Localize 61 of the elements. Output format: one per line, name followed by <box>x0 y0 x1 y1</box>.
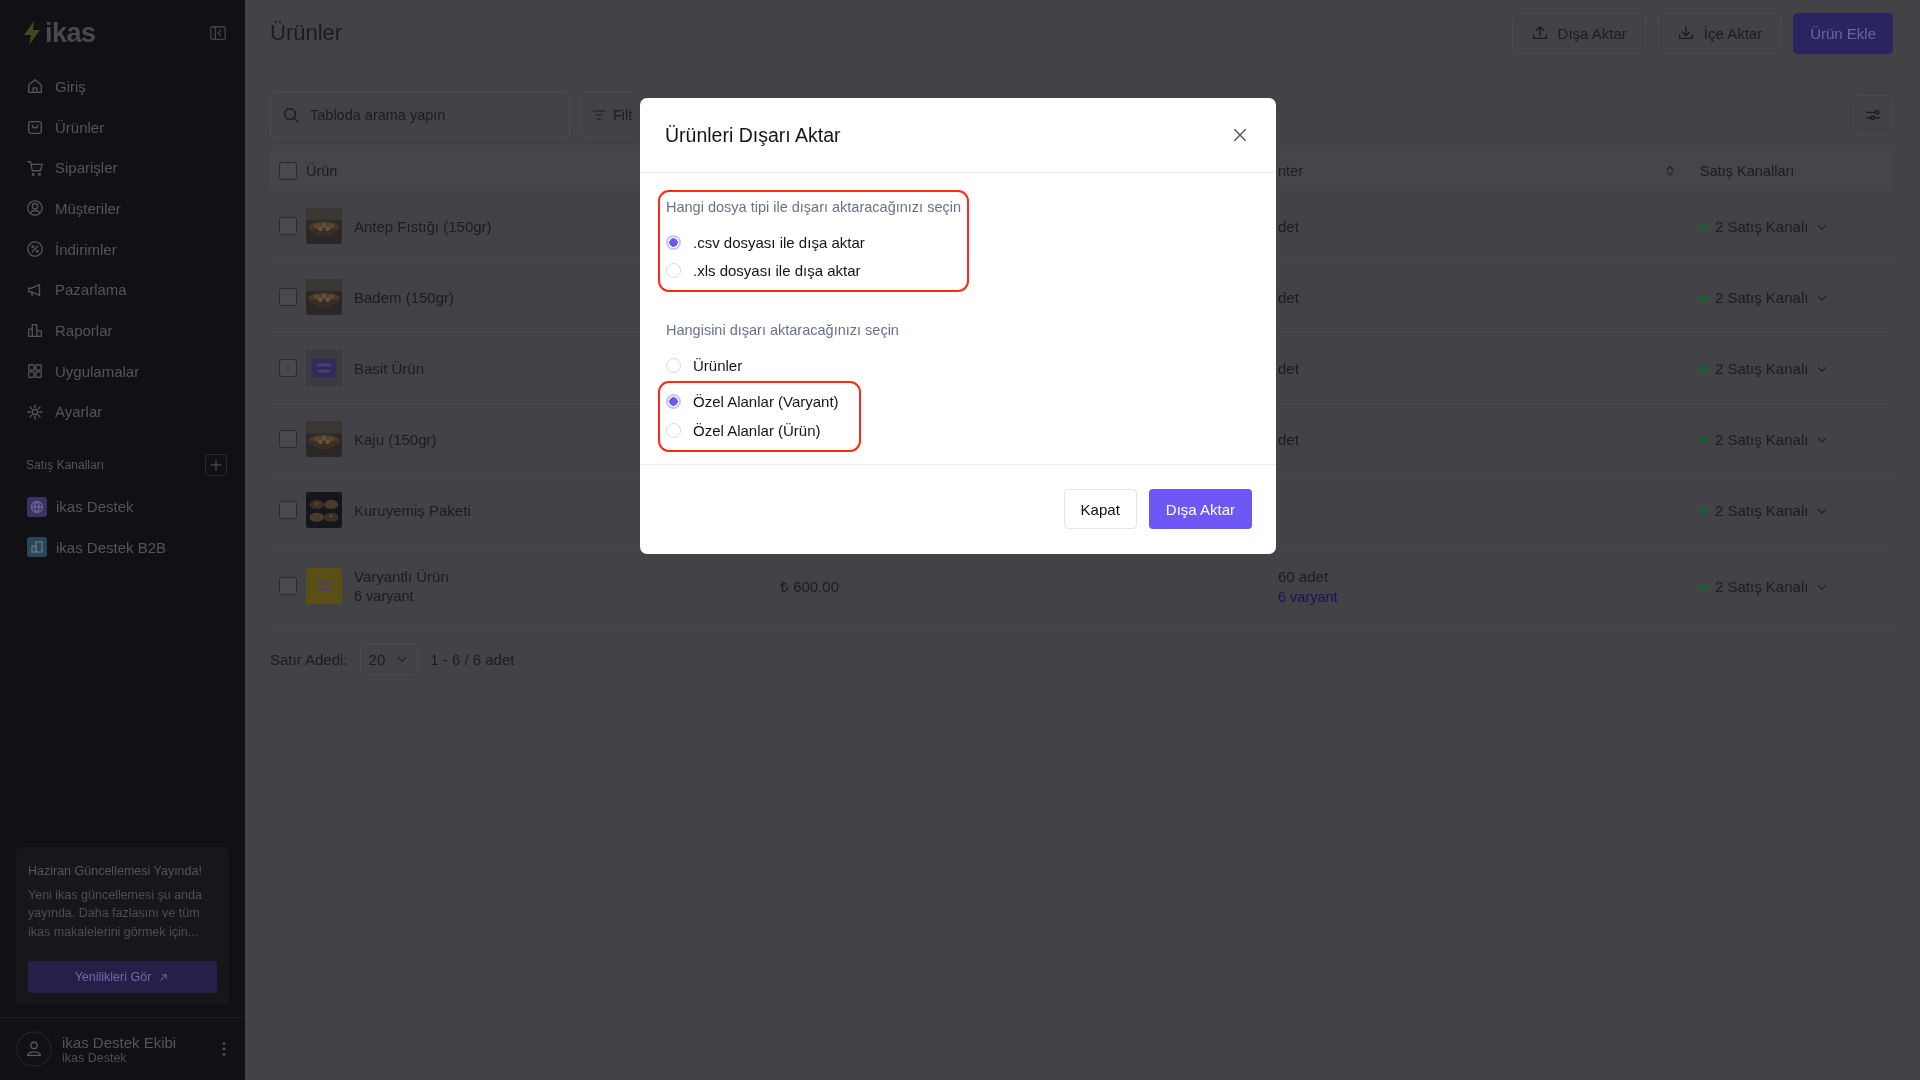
column-settings-button[interactable] <box>1853 95 1893 135</box>
row-checkbox[interactable] <box>279 430 297 448</box>
status-dot <box>1700 582 1708 591</box>
nav-item[interactable]: Ayarlar <box>0 391 245 433</box>
radio-option[interactable]: .xls dosyası ile dışa aktar <box>666 256 961 285</box>
status-dot <box>1700 435 1708 444</box>
radio-option[interactable]: Özel Alanlar (Varyant) <box>666 387 853 416</box>
radio-option[interactable]: Ürünler <box>666 351 899 380</box>
more-icon[interactable] <box>221 1040 227 1058</box>
select-all-checkbox[interactable] <box>279 162 297 180</box>
nav-item[interactable]: Pazarlama <box>0 269 245 311</box>
bag-icon <box>26 118 44 137</box>
export-button[interactable]: Dışa Aktar <box>1148 489 1252 529</box>
user-subtitle: ikas Destek <box>62 1050 128 1065</box>
bolt-icon <box>22 21 42 45</box>
download-icon <box>1676 24 1695 42</box>
status-dot <box>1700 364 1708 373</box>
user-name: ikas Destek Ekibi <box>62 1033 178 1051</box>
close-icon[interactable] <box>1231 126 1249 144</box>
nav-item[interactable]: İndirimler <box>0 228 245 270</box>
question-label: Hangi dosya tipi ile dışarı aktaracağınızı seçin <box>666 199 961 215</box>
radio-option[interactable]: .csv dosyası ile dışa aktar <box>666 228 961 257</box>
section-title: Satış Kanalları <box>26 458 105 473</box>
add-product-button[interactable]: Ürün Ekle <box>1793 12 1893 54</box>
status-dot <box>1700 506 1708 515</box>
row-checkbox[interactable] <box>279 288 297 306</box>
whats-new-button[interactable]: Yenilikleri Gör <box>28 961 217 993</box>
home-icon <box>26 77 44 96</box>
nav-item[interactable]: Müşteriler <box>0 188 245 229</box>
card-title: Haziran Güncellemesi Yayında! <box>28 863 203 878</box>
row-checkbox[interactable] <box>279 217 297 235</box>
row-checkbox[interactable] <box>279 359 297 377</box>
percent-icon <box>26 240 44 259</box>
nav-item[interactable]: Siparişler <box>0 147 245 189</box>
row-checkbox[interactable] <box>279 501 297 519</box>
nav-item[interactable]: Ürünler <box>0 106 245 148</box>
dialog-title: Ürünleri Dışarı Aktar <box>665 123 841 147</box>
status-dot <box>1700 293 1708 302</box>
add-channel-button[interactable] <box>205 454 227 477</box>
grid-icon <box>26 362 44 381</box>
radio-option[interactable]: Özel Alanlar (Ürün) <box>666 416 853 445</box>
cart-icon <box>26 158 44 177</box>
question-label: Hangisini dışarı aktaracağınızı seçin <box>666 322 899 338</box>
search-icon <box>282 106 300 124</box>
nav-item[interactable]: Giriş <box>0 66 245 107</box>
avatar-icon[interactable] <box>16 1031 52 1067</box>
radio-button[interactable] <box>666 394 681 410</box>
logo: ikas <box>45 17 96 49</box>
nav-item[interactable]: Uygulamalar <box>0 350 245 392</box>
user-icon <box>26 199 44 218</box>
close-button[interactable]: Kapat <box>1063 489 1137 529</box>
channel-item[interactable]: ikas Destek <box>0 486 245 527</box>
row-checkbox[interactable] <box>279 577 297 595</box>
chart-icon <box>26 321 44 340</box>
plus-icon <box>209 458 223 473</box>
nav-item[interactable]: Raporlar <box>0 310 245 351</box>
radio-button[interactable] <box>666 234 681 250</box>
status-dot <box>1700 222 1708 231</box>
channel-item[interactable]: ikas Destek B2B <box>0 526 245 568</box>
upload-icon <box>1530 24 1549 42</box>
collapse-sidebar-icon[interactable] <box>209 24 227 42</box>
